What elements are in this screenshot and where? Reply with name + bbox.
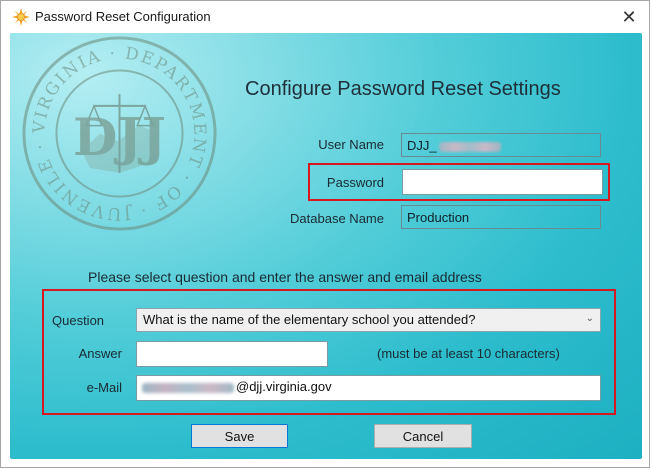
answer-input[interactable] [136, 341, 328, 367]
title-bar[interactable]: Password Reset Configuration ✕ [1, 1, 649, 33]
chevron-down-icon: ⌄ [585, 313, 594, 324]
password-input[interactable] [402, 169, 603, 195]
database-name-label: Database Name [290, 211, 384, 226]
email-value: @djj.virginia.gov [236, 379, 332, 394]
page-heading: Configure Password Reset Settings [245, 78, 561, 100]
email-input[interactable]: @djj.virginia.gov [136, 375, 601, 401]
sun-star-icon [12, 8, 30, 26]
save-button[interactable]: Save [191, 424, 288, 448]
redacted-text [142, 382, 234, 393]
answer-label: Answer [78, 346, 122, 361]
window-title: Password Reset Configuration [35, 9, 211, 24]
user-name-value: DJJ_ [407, 138, 437, 153]
seal-logo: VIRGINIA · DEPARTMENT · OF · JUVENILE · … [21, 35, 217, 231]
dialog-window: Password Reset Configuration ✕ VIRGINIA … [0, 0, 650, 468]
question-label: Question [52, 313, 105, 328]
database-name-field: Production [401, 205, 601, 229]
question-selected: What is the name of the elementary schoo… [143, 312, 476, 327]
redacted-text [438, 141, 501, 152]
answer-hint: (must be at least 10 characters) [377, 346, 560, 361]
dialog-body: VIRGINIA · DEPARTMENT · OF · JUVENILE · … [10, 33, 642, 459]
user-name-label: User Name [318, 137, 384, 152]
cancel-button[interactable]: Cancel [374, 424, 472, 448]
instruction-text: Please select question and enter the ans… [88, 269, 482, 285]
email-label: e-Mail [86, 380, 122, 395]
close-icon[interactable]: ✕ [613, 3, 645, 31]
question-select[interactable]: What is the name of the elementary schoo… [136, 308, 601, 332]
user-name-field: DJJ_ [401, 133, 601, 157]
